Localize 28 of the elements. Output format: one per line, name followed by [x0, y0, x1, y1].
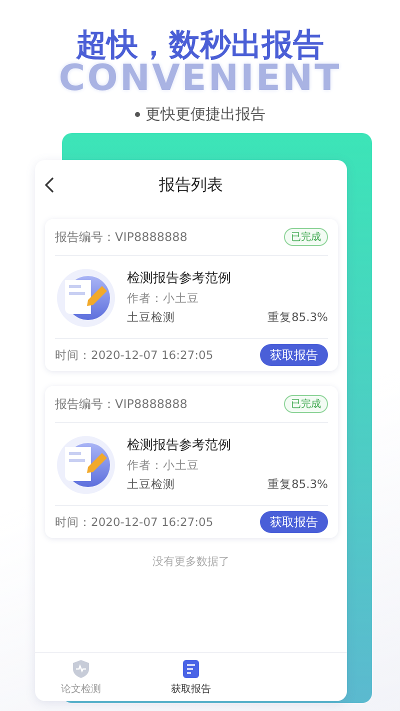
get-report-button[interactable]: 获取报告 [260, 344, 328, 366]
document-pencil-icon [55, 433, 117, 495]
document-pencil-icon [55, 266, 117, 328]
bullet-icon [134, 112, 140, 117]
status-badge: 已完成 [284, 395, 328, 413]
shield-icon [71, 658, 91, 678]
background-word: CONVENIENT [58, 64, 342, 94]
report-number: 报告编号：VIP8888888 [55, 396, 188, 412]
document-icon [181, 658, 201, 678]
author-text: 作者：小土豆 [127, 291, 200, 306]
time-text: 时间：2020-12-07 16:27:05 [55, 348, 214, 362]
paper-check-tab[interactable]: 论文检测 [61, 658, 101, 696]
report-title: 检测报告参考范例 [127, 437, 232, 454]
author-text: 作者：小土豆 [127, 458, 200, 473]
status-badge: 已完成 [284, 228, 328, 246]
get-report-tab[interactable]: 获取报告 [171, 658, 211, 696]
source-text: 土豆检测 [127, 477, 175, 492]
get-report-button[interactable]: 获取报告 [260, 511, 328, 533]
end-note: 没有更多数据了 [152, 554, 230, 569]
time-text: 时间：2020-12-07 16:27:05 [55, 514, 214, 530]
report-title: 检测报告参考范例 [127, 270, 232, 287]
subtitle: 更快更便捷出报告 [146, 105, 266, 124]
screen-title: 报告列表 [159, 174, 223, 196]
source-text: 土豆检测 [127, 310, 175, 325]
headline: 超快，数秒出报告 [74, 26, 325, 63]
report-number: 报告编号：VIP8888888 [55, 228, 188, 246]
similarity-text: 重复85.3% [267, 310, 328, 325]
similarity-text: 重复85.3% [267, 477, 328, 492]
